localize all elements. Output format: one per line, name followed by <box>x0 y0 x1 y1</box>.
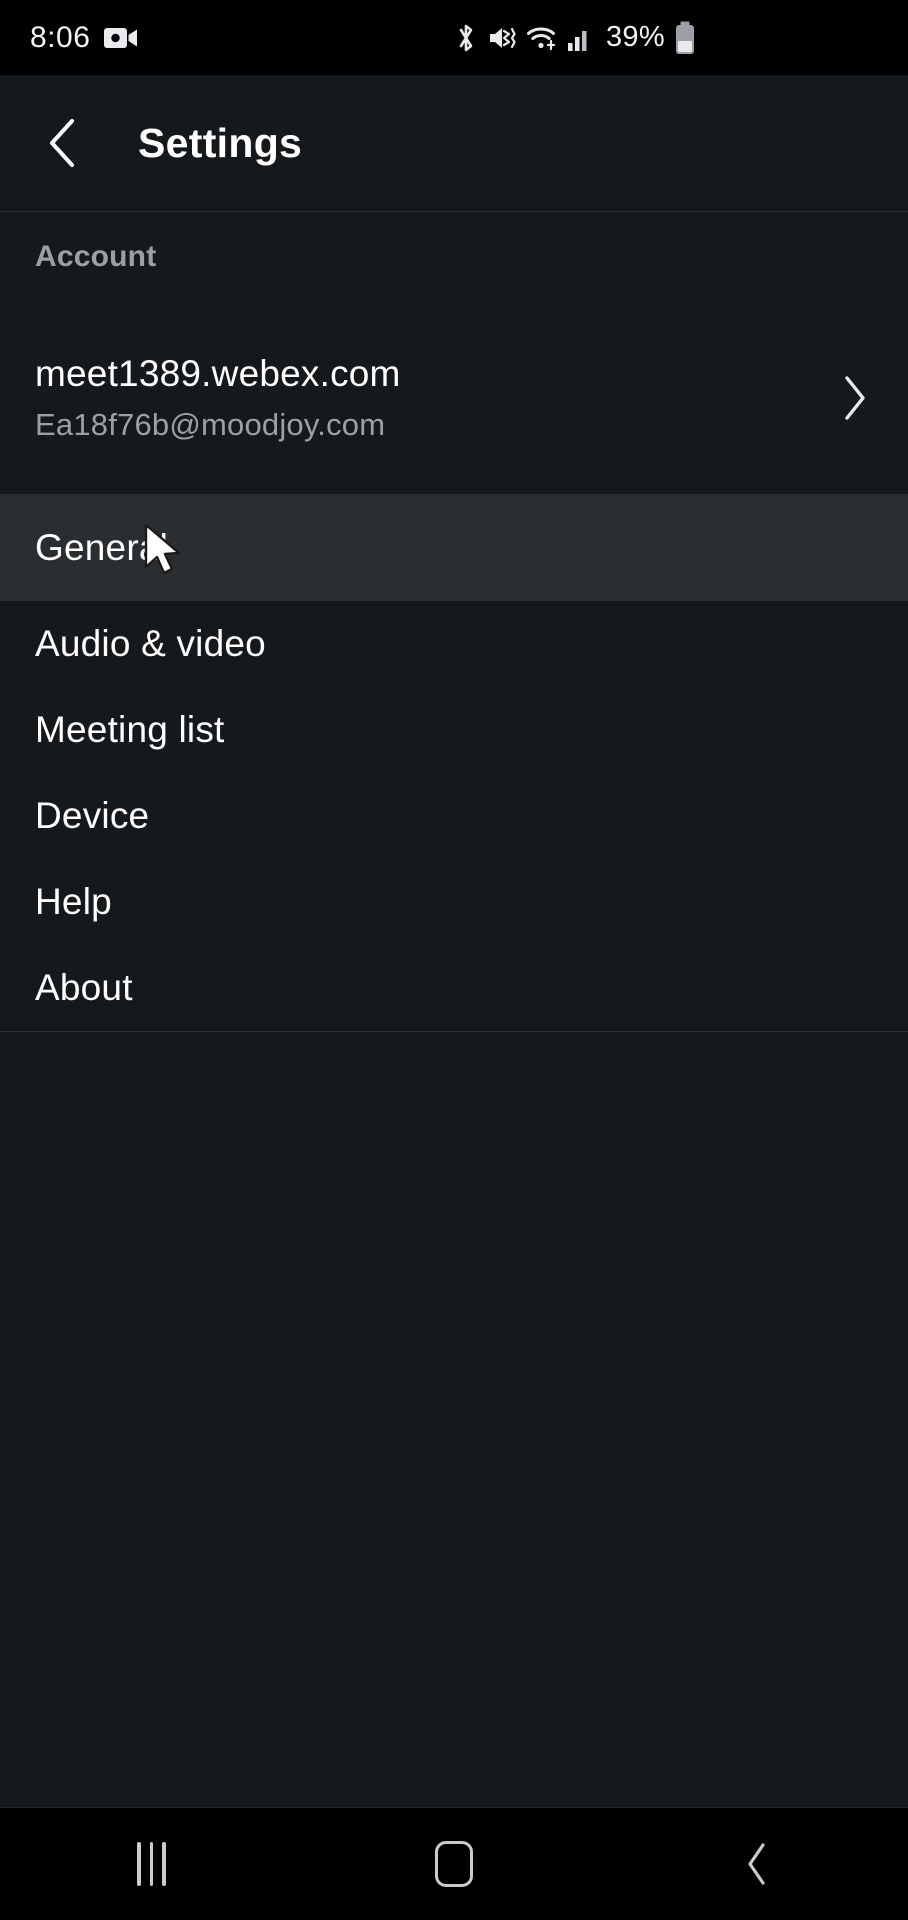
status-bar-left: 8:06 <box>30 21 138 55</box>
home-icon <box>435 1841 473 1887</box>
settings-item-label: Device <box>35 795 150 836</box>
back-button[interactable] <box>14 93 114 193</box>
back-nav-button[interactable] <box>605 1808 908 1920</box>
screen-record-icon <box>104 25 138 51</box>
settings-item-label: Help <box>35 881 112 922</box>
settings-item-audio-video[interactable]: Audio & video <box>0 601 908 687</box>
settings-item-label: About <box>35 967 133 1008</box>
account-row[interactable]: meet1389.webex.com Ea18f76b@moodjoy.com <box>0 302 908 495</box>
settings-item-help[interactable]: Help <box>0 859 908 945</box>
account-site: meet1389.webex.com <box>35 353 401 394</box>
cellular-signal-icon <box>567 24 593 52</box>
status-bar-right: 39% <box>454 21 696 55</box>
settings-item-about[interactable]: About <box>0 945 908 1031</box>
settings-item-device[interactable]: Device <box>0 773 908 859</box>
clock: 8:06 <box>30 20 91 54</box>
account-section-label: Account <box>35 240 157 273</box>
recents-button[interactable] <box>0 1808 303 1920</box>
account-section-header: Account <box>0 212 908 302</box>
wifi-icon <box>526 23 558 53</box>
back-icon <box>742 1840 772 1888</box>
chevron-left-icon <box>44 115 84 171</box>
home-button[interactable] <box>303 1808 606 1920</box>
app-header: Settings <box>0 75 908 212</box>
status-bar: 8:06 39% <box>0 0 908 75</box>
page-title: Settings <box>138 119 303 166</box>
battery-icon <box>674 21 696 55</box>
settings-item-label: General <box>35 527 169 568</box>
settings-item-label: Meeting list <box>35 709 225 750</box>
settings-item-label: Audio & video <box>35 623 266 664</box>
battery-percent-label: 39% <box>606 21 665 53</box>
recents-icon <box>137 1842 166 1886</box>
settings-item-meeting-list[interactable]: Meeting list <box>0 687 908 773</box>
android-navigation-bar <box>0 1807 908 1920</box>
account-texts: meet1389.webex.com Ea18f76b@moodjoy.com <box>35 353 401 443</box>
phone-screen: 8:06 39% Settings Account meet1389.webex… <box>0 0 908 1920</box>
settings-list: meet1389.webex.com Ea18f76b@moodjoy.com … <box>0 302 908 1032</box>
account-email: Ea18f76b@moodjoy.com <box>35 407 386 442</box>
bluetooth-icon <box>454 22 478 54</box>
chevron-right-icon <box>838 372 878 424</box>
settings-item-general[interactable]: General <box>0 495 908 601</box>
ringer-vibrate-mute-icon <box>487 22 517 54</box>
